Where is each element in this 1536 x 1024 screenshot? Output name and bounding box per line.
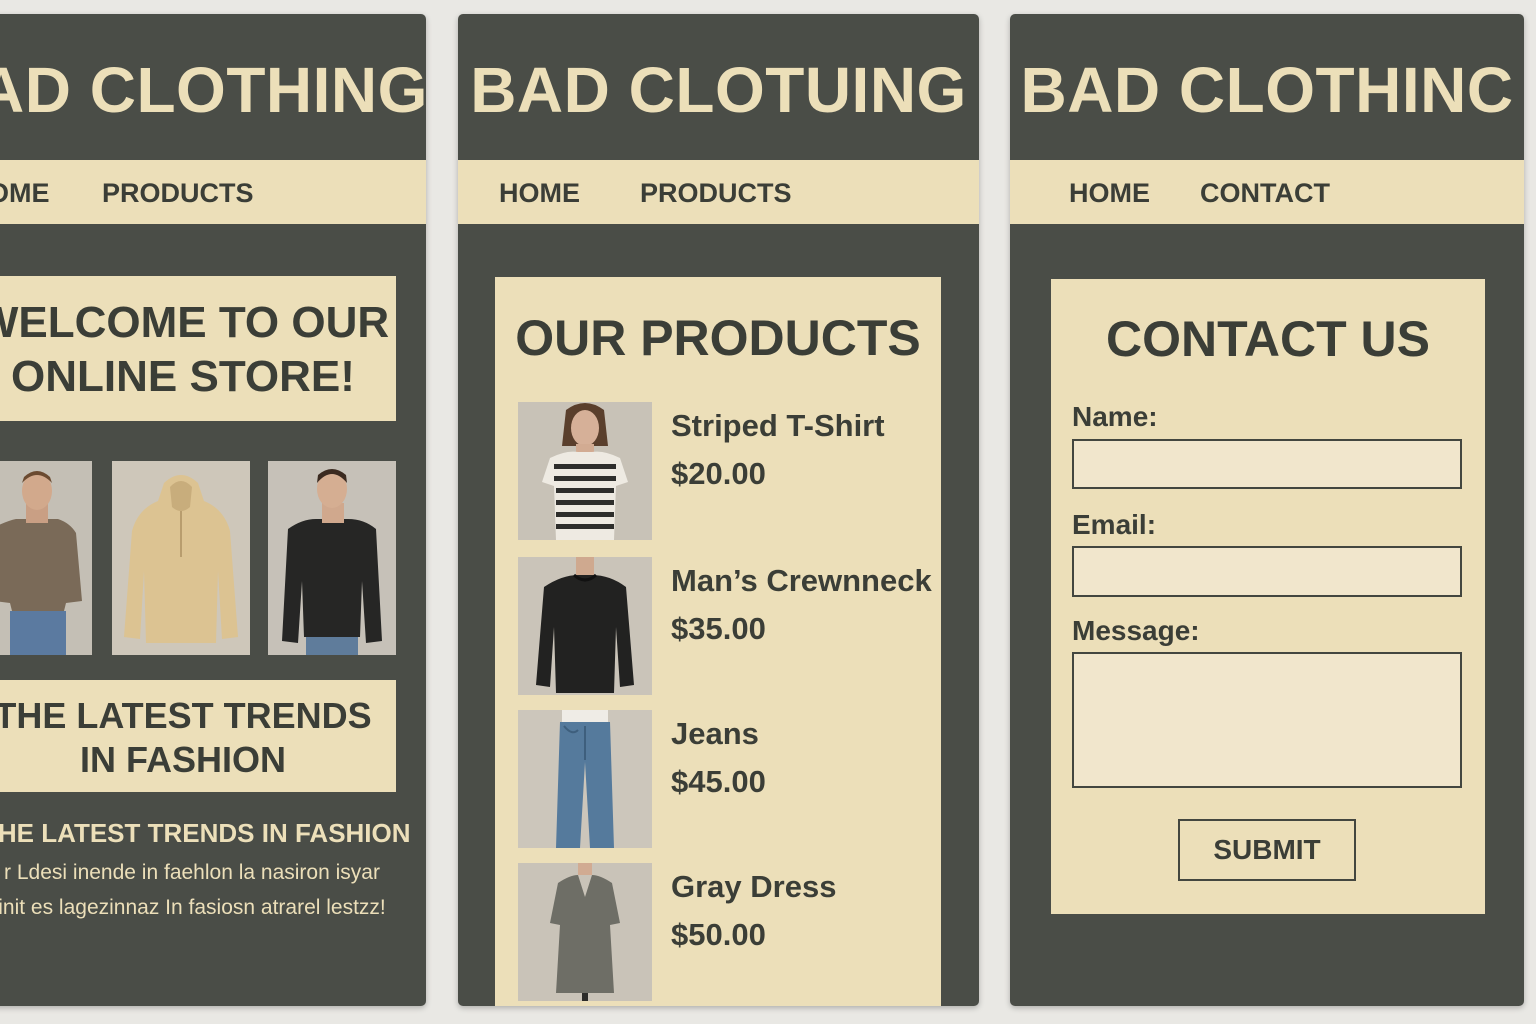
product-item[interactable]: Jeans $45.00 bbox=[518, 710, 918, 848]
jeans-photo[interactable] bbox=[518, 710, 652, 848]
products-page-panel: BAD CLOTUING HOME PRODUCTS OUR PRODUCTS bbox=[458, 14, 979, 1006]
product-item[interactable]: Gray Dress $50.00 bbox=[518, 863, 918, 1001]
product-item[interactable]: Man’s Crewnneck $35.00 bbox=[518, 557, 932, 695]
striped-tshirt-photo[interactable] bbox=[518, 402, 652, 540]
nav-home-link[interactable]: HOME bbox=[1069, 178, 1150, 208]
site-logo-text: AD CLOTHING bbox=[0, 54, 426, 126]
trends-heading: THE LATEST TRENDS IN FASHION bbox=[0, 818, 411, 848]
nav-home-link[interactable]: HOME bbox=[499, 178, 580, 208]
name-label: Name: bbox=[1072, 401, 1158, 432]
product-price: $50.00 bbox=[671, 917, 766, 952]
beige-hoodie-photo[interactable] bbox=[112, 461, 250, 655]
nav-home-link[interactable]: OME bbox=[0, 178, 50, 208]
product-name[interactable]: Striped T-Shirt bbox=[671, 408, 885, 444]
mockup-stage: AD CLOTHING OME PRODUCTS WELCOME TO OUR … bbox=[0, 0, 1536, 1024]
home-page-panel: AD CLOTHING OME PRODUCTS WELCOME TO OUR … bbox=[0, 14, 426, 1006]
body-text-line-1: r Ldesi inende in faehlon la nasiron isy… bbox=[4, 861, 380, 884]
contact-title: CONTACT US bbox=[1105, 311, 1431, 367]
nav-products-link[interactable]: PRODUCTS bbox=[640, 178, 792, 208]
message-label: Message: bbox=[1072, 615, 1200, 646]
products-title: OUR PRODUCTS bbox=[515, 310, 921, 366]
product-name[interactable]: Jeans bbox=[671, 716, 759, 752]
email-label: Email: bbox=[1072, 509, 1157, 540]
gray-dress-photo[interactable] bbox=[518, 863, 652, 1001]
man-black-sweater-photo[interactable] bbox=[268, 461, 396, 655]
site-logo-text: BAD CLOTHINC bbox=[1020, 54, 1514, 126]
name-field[interactable] bbox=[1072, 439, 1462, 489]
nav-contact-link[interactable]: CONTACT bbox=[1200, 178, 1330, 208]
site-logo-text: BAD CLOTUING bbox=[470, 54, 967, 126]
message-textarea[interactable] bbox=[1072, 652, 1462, 788]
submit-button[interactable]: SUBMIT bbox=[1178, 819, 1356, 881]
nav-products-link[interactable]: PRODUCTS bbox=[102, 178, 254, 208]
product-name[interactable]: Man’s Crewnneck bbox=[671, 563, 932, 599]
trends-banner-line-1: THE LATEST TRENDS bbox=[0, 695, 372, 736]
contact-form-card: CONTACT US Name: Email: Message: SUBMIT bbox=[1051, 279, 1485, 914]
home-navbar: OME PRODUCTS bbox=[0, 160, 426, 224]
product-item[interactable]: Striped T-Shirt $20.00 bbox=[518, 402, 918, 540]
crewneck-photo[interactable] bbox=[518, 557, 652, 695]
welcome-line-1: WELCOME TO OUR bbox=[0, 298, 390, 347]
contact-page-panel: BAD CLOTHINC HOME CONTACT CONTACT US Nam… bbox=[1010, 14, 1524, 1006]
product-name[interactable]: Gray Dress bbox=[671, 869, 836, 905]
product-price: $35.00 bbox=[671, 611, 766, 646]
man-brown-tshirt-photo[interactable] bbox=[0, 461, 92, 655]
email-field[interactable] bbox=[1072, 546, 1462, 597]
trends-banner: THE LATEST TRENDS IN FASHION bbox=[0, 680, 396, 792]
product-price: $20.00 bbox=[671, 456, 766, 491]
welcome-banner: WELCOME TO OUR ONLINE STORE! bbox=[0, 276, 396, 421]
products-card: OUR PRODUCTS Striped T-Shirt $20.00 Man’… bbox=[495, 277, 941, 1006]
trends-banner-line-2: IN FASHION bbox=[79, 739, 286, 780]
product-price: $45.00 bbox=[671, 764, 766, 799]
welcome-line-2: ONLINE STORE! bbox=[11, 352, 355, 401]
contact-navbar: HOME CONTACT bbox=[1010, 160, 1524, 224]
body-text-line-2: init es lagezinnaz In fasiosn atrarel le… bbox=[0, 896, 386, 919]
products-navbar: HOME PRODUCTS bbox=[458, 160, 979, 224]
